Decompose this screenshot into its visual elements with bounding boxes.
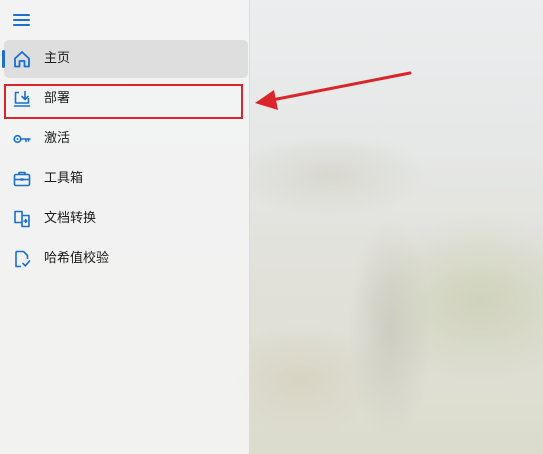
- key-icon: [13, 134, 31, 144]
- sidebar-item-label: 主页: [44, 51, 71, 66]
- toolbox-icon: [13, 171, 31, 187]
- sidebar-item-label: 部署: [44, 91, 71, 106]
- sidebar: 主页 部署 激活 工具箱 文档转换 哈希值校验: [0, 0, 250, 454]
- sidebar-item-home[interactable]: 主页: [2, 40, 248, 78]
- selection-indicator: [2, 50, 5, 68]
- document-convert-icon: [14, 210, 30, 228]
- sidebar-item-label: 激活: [44, 131, 71, 146]
- hamburger-menu-icon[interactable]: [10, 10, 34, 30]
- sidebar-item-label: 文档转换: [44, 211, 97, 226]
- deploy-icon: [13, 90, 31, 107]
- sidebar-item-deploy[interactable]: 部署: [4, 80, 248, 118]
- hash-check-icon: [15, 250, 31, 268]
- home-icon: [14, 51, 30, 68]
- sidebar-item-toolbox[interactable]: 工具箱: [4, 160, 248, 198]
- sidebar-item-hash-check[interactable]: 哈希值校验: [4, 240, 248, 278]
- sidebar-item-activate[interactable]: 激活: [4, 120, 248, 158]
- sidebar-item-document-convert[interactable]: 文档转换: [4, 200, 248, 238]
- sidebar-item-label: 工具箱: [44, 171, 84, 186]
- sidebar-item-label: 哈希值校验: [44, 251, 110, 266]
